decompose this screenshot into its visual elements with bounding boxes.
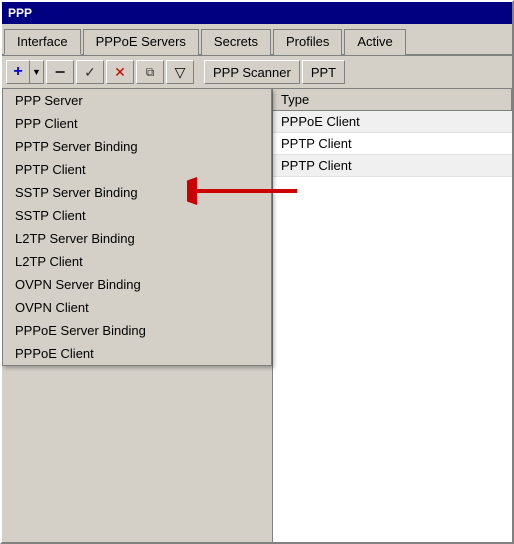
add-type-dropdown: PPP Server PPP Client PPTP Server Bindin…	[2, 89, 272, 366]
filter-icon: ▽	[175, 64, 186, 81]
enable-button[interactable]: ✓	[76, 60, 104, 84]
ppt-button[interactable]: PPT	[302, 60, 345, 84]
copy-icon: ⧉	[146, 65, 155, 80]
dropdown-item-l2tp-server-binding[interactable]: L2TP Server Binding	[3, 227, 271, 250]
x-icon: ✕	[114, 64, 126, 81]
add-button[interactable]: +	[6, 60, 30, 84]
add-button-group: + ▼	[6, 60, 44, 84]
window-title: PPP	[8, 6, 32, 20]
dropdown-item-ppp-client[interactable]: PPP Client	[3, 112, 271, 135]
tab-active[interactable]: Active	[344, 29, 405, 55]
table-row[interactable]: PPTP Client	[273, 133, 512, 155]
dropdown-item-l2tp-client[interactable]: L2TP Client	[3, 250, 271, 273]
dropdown-item-ppp-server[interactable]: PPP Server	[3, 89, 271, 112]
chevron-down-icon: ▼	[32, 67, 41, 77]
dropdown-item-pptp-server-binding[interactable]: PPTP Server Binding	[3, 135, 271, 158]
ppp-window: PPP Interface PPPoE Servers Secrets Prof…	[0, 0, 514, 544]
dropdown-item-ovpn-server-binding[interactable]: OVPN Server Binding	[3, 273, 271, 296]
tab-interface[interactable]: Interface	[4, 29, 81, 55]
interface-table: Type PPPoE Client PPTP Client PPTP Clien…	[272, 89, 512, 542]
arrow-annotation	[187, 171, 307, 211]
add-dropdown-arrow[interactable]: ▼	[30, 60, 44, 84]
plus-icon: +	[13, 63, 22, 81]
dropdown-item-ovpn-client[interactable]: OVPN Client	[3, 296, 271, 319]
disable-button[interactable]: ✕	[106, 60, 134, 84]
dropdown-item-pppoe-client[interactable]: PPPoE Client	[3, 342, 271, 365]
toolbar: + ▼ − ✓ ✕ ⧉ ▽ PPP Scanner	[2, 56, 512, 89]
content-area: PPP Server PPP Client PPTP Server Bindin…	[2, 89, 512, 542]
tab-bar: Interface PPPoE Servers Secrets Profiles…	[2, 24, 512, 56]
remove-button[interactable]: −	[46, 60, 74, 84]
ppp-scanner-button[interactable]: PPP Scanner	[204, 60, 300, 84]
minus-icon: −	[55, 62, 66, 83]
tab-secrets[interactable]: Secrets	[201, 29, 271, 55]
tab-pppoe-servers[interactable]: PPPoE Servers	[83, 29, 199, 55]
copy-button[interactable]: ⧉	[136, 60, 164, 84]
type-column-header: Type	[273, 89, 512, 111]
table-row[interactable]: PPTP Client	[273, 155, 512, 177]
check-icon: ✓	[84, 64, 96, 81]
pointing-arrow-icon	[187, 171, 307, 211]
table-row[interactable]: PPPoE Client	[273, 111, 512, 133]
dropdown-item-pppoe-server-binding[interactable]: PPPoE Server Binding	[3, 319, 271, 342]
filter-button[interactable]: ▽	[166, 60, 194, 84]
title-bar: PPP	[2, 2, 512, 24]
tab-profiles[interactable]: Profiles	[273, 29, 342, 55]
